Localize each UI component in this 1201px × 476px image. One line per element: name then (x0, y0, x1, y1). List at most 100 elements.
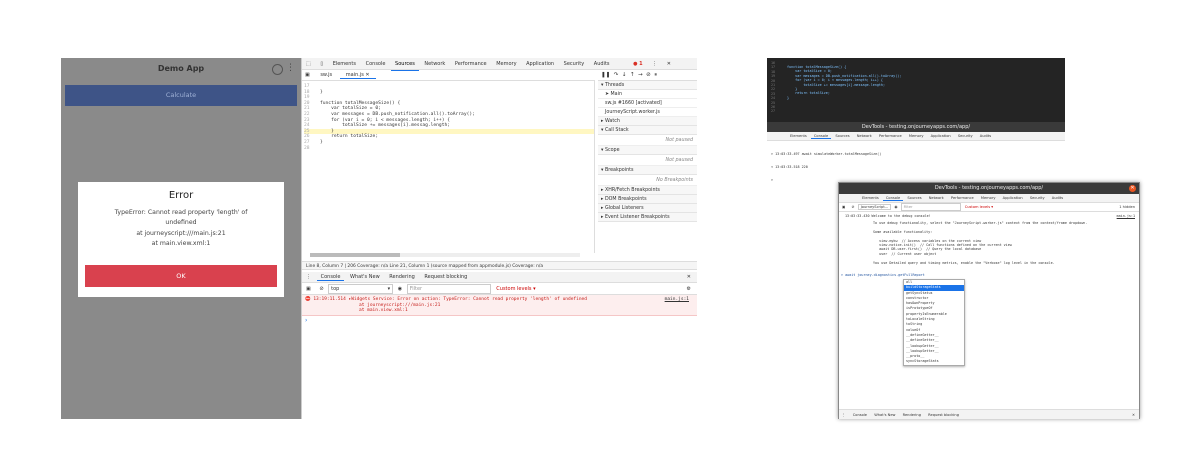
drawer-tab-whats-new[interactable]: What's New (346, 274, 384, 280)
drawer-tab-whats-new[interactable]: What's New (871, 413, 898, 417)
error-count-badge[interactable]: ● 1 (629, 58, 646, 70)
autocomplete-item[interactable]: syncStorageStats (904, 359, 964, 364)
thread-item[interactable]: JourneyScript.worker.js (598, 108, 697, 117)
breakpoints-section[interactable]: ▾ Breakpoints (598, 166, 697, 175)
sync-icon[interactable] (272, 64, 283, 75)
drawer-tab-console[interactable]: Console (316, 274, 345, 281)
file-tab-main[interactable]: main.js ✕ (339, 72, 376, 79)
eye-icon[interactable]: ◉ (395, 286, 405, 292)
xhr-breakpoints-section[interactable]: ▸ XHR/Fetch Breakpoints (598, 186, 697, 195)
close-tab-icon[interactable]: ✕ (365, 72, 369, 78)
tab-network[interactable]: Network (854, 134, 875, 138)
thread-item[interactable]: ➤ Main (598, 90, 697, 99)
tab-security[interactable]: Security (955, 134, 976, 138)
tab-network[interactable]: Network (420, 58, 449, 70)
step-over-icon[interactable]: ↷ (614, 72, 619, 78)
more-menu-icon[interactable]: ⋮ (648, 58, 661, 70)
tab-elements[interactable]: Elements (859, 196, 882, 200)
sidebar-toggle-icon[interactable]: ▣ (302, 286, 315, 292)
tab-audits[interactable]: Audits (977, 134, 994, 138)
pause-exceptions-icon[interactable]: ⏸ (654, 72, 657, 78)
console-toolbar: ▣ ⊘ top ▾ ◉ Filter Custom levels ▾ ⚙ (302, 283, 697, 295)
tab-network[interactable]: Network (926, 196, 947, 200)
tab-elements[interactable]: Elements (329, 58, 360, 70)
dialog-message-line: at main.view.xml:1 (151, 240, 211, 248)
drawer-menu-icon[interactable]: ⋮ (302, 274, 315, 280)
pause-icon[interactable]: ❚❚ (601, 72, 610, 78)
close-icon[interactable]: ✕ (663, 58, 675, 70)
tab-audits[interactable]: Audits (1049, 196, 1066, 200)
tab-application[interactable]: Application (522, 58, 558, 70)
error-stack-line[interactable]: at main.view.xml:1 (359, 308, 408, 313)
file-tab-sw[interactable]: sw.js (314, 72, 338, 78)
console-prompt-input[interactable]: > await journey.diagnostics.getFullRepor… (841, 273, 1131, 277)
tab-security[interactable]: Security (560, 58, 589, 70)
tab-performance[interactable]: Performance (948, 196, 977, 200)
context-select[interactable]: top ▾ (328, 284, 394, 294)
tab-console[interactable]: Console (362, 58, 390, 70)
tab-audits[interactable]: Audits (590, 58, 614, 70)
devtools-tab-bar: Elements Console Sources Network Perform… (839, 194, 1139, 203)
context-select[interactable]: JourneyScript... (857, 204, 892, 210)
log-levels-select[interactable]: Custom levels ▾ (962, 205, 996, 209)
tab-memory[interactable]: Memory (492, 58, 520, 70)
call-stack-section[interactable]: ▾ Call Stack (598, 126, 697, 135)
tab-application[interactable]: Application (1000, 196, 1026, 200)
global-listeners-section[interactable]: ▸ Global Listeners (598, 204, 697, 213)
inspect-icon[interactable]: ⬚ (302, 58, 315, 70)
tab-elements[interactable]: Elements (787, 134, 810, 138)
tab-console[interactable]: Console (810, 134, 832, 139)
scope-section[interactable]: ▾ Scope (598, 146, 697, 155)
console-prompt[interactable]: › (305, 317, 307, 324)
close-window-icon[interactable]: ✕ (1129, 185, 1136, 192)
eye-icon[interactable]: ◉ (892, 205, 899, 209)
filter-input[interactable]: Filter (900, 203, 961, 211)
dom-breakpoints-section[interactable]: ▸ DOM Breakpoints (598, 195, 697, 204)
drawer-tab-rendering[interactable]: Rendering (900, 413, 924, 417)
step-icon[interactable]: → (638, 72, 643, 78)
console-error-message: ⛔ 13:19:11.514 ▸Widgets Service: Error o… (302, 295, 697, 316)
tab-memory[interactable]: Memory (906, 134, 927, 138)
clear-console-icon[interactable]: ⊘ (316, 286, 326, 292)
horizontal-scrollbar[interactable] (310, 253, 580, 257)
tab-performance[interactable]: Performance (451, 58, 491, 70)
tab-sources[interactable]: Sources (904, 196, 924, 200)
error-source-link[interactable]: main.js:1 (665, 297, 689, 303)
device-icon[interactable]: ▯ (316, 58, 327, 70)
tab-sources[interactable]: Sources (832, 134, 852, 138)
tab-console[interactable]: Console (882, 196, 904, 201)
tab-memory[interactable]: Memory (978, 196, 999, 200)
step-into-icon[interactable]: ↓ (622, 72, 627, 78)
tab-performance[interactable]: Performance (876, 134, 905, 138)
close-drawer-icon[interactable]: ✕ (1132, 410, 1135, 420)
more-menu-icon[interactable]: ⋮ (286, 63, 295, 73)
drawer-tab-request-blocking[interactable]: Request blocking (420, 274, 471, 280)
thread-item[interactable]: sw.js #1660 [activated] (598, 99, 697, 108)
drawer-tab-request-blocking[interactable]: Request blocking (925, 413, 962, 417)
code-editor[interactable]: 17 18} 19 20 function totalMessageSize() {21… (302, 81, 595, 253)
drawer-tab-rendering[interactable]: Rendering (385, 274, 419, 280)
console-toolbar: ▣ ⊘ JourneyScript... ◉ Filter Custom lev… (839, 203, 1139, 212)
calculate-button[interactable]: Calculate (65, 85, 297, 106)
ok-button[interactable]: OK (85, 265, 277, 287)
tab-security[interactable]: Security (1027, 196, 1048, 200)
settings-gear-icon[interactable]: ⚙ (687, 283, 691, 295)
event-listener-breakpoints-section[interactable]: ▸ Event Listener Breakpoints (598, 213, 697, 222)
close-drawer-icon[interactable]: ✕ (687, 272, 691, 283)
drawer-tab-console[interactable]: Console (850, 413, 870, 417)
tab-application[interactable]: Application (928, 134, 954, 138)
watch-section[interactable]: ▸ Watch (598, 117, 697, 126)
step-out-icon[interactable]: ↑ (630, 72, 635, 78)
line-number[interactable]: 28 (304, 146, 320, 152)
navigator-toggle-icon[interactable]: ▣ (302, 72, 313, 78)
deactivate-breakpoints-icon[interactable]: ⊘ (646, 72, 651, 78)
drawer-menu-icon[interactable]: ⋮ (839, 413, 849, 417)
log-levels-select[interactable]: Custom levels ▾ (492, 286, 539, 292)
welcome-source-link[interactable]: main.js:1 (1117, 214, 1135, 218)
threads-section[interactable]: ▾ Threads (598, 81, 697, 90)
filter-input[interactable]: Filter (406, 284, 491, 294)
clear-console-icon[interactable]: ⊘ (850, 205, 857, 209)
sidebar-toggle-icon[interactable]: ▣ (839, 205, 848, 209)
autocomplete-list: all buildStorageStats getSyncStatus constru… (903, 279, 965, 366)
error-stack-line[interactable]: at journeyscript:///main.js:21 (359, 303, 440, 308)
